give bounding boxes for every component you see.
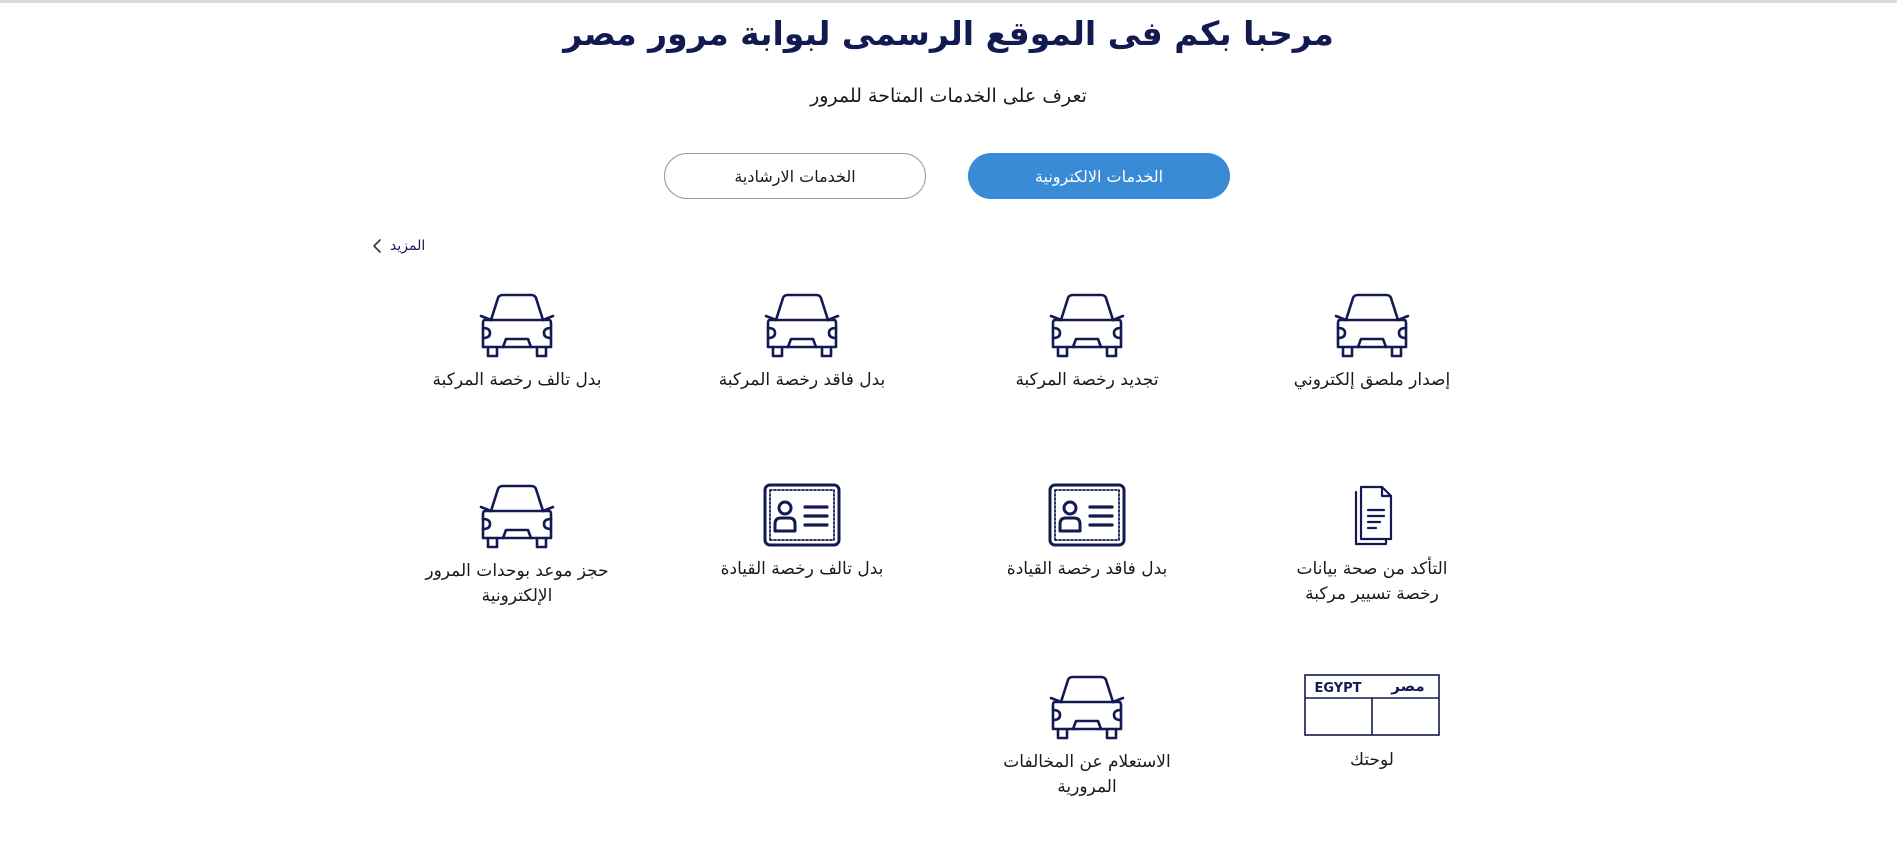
service-label: لوحتك (1350, 750, 1394, 770)
car-icon (1049, 675, 1125, 740)
plate-right-text: مصر (1390, 677, 1424, 695)
service-label: بدل تالف رخصة المركبة (432, 370, 602, 390)
service-label: حجز موعد بوحدات المرور الإلكترونية (425, 561, 609, 606)
id-card-icon (763, 483, 841, 547)
service-card-your-plate[interactable]: EGYPT مصر لوحتك (1257, 674, 1487, 773)
service-card-verify-vehicle-license[interactable]: التأكد من صحة بيانات رخصة تسيير مركبة (1257, 483, 1487, 607)
service-label: بدل تالف رخصة القيادة (720, 559, 884, 579)
car-icon (479, 293, 555, 358)
service-card-lost-driving-license[interactable]: بدل فاقد رخصة القيادة (972, 483, 1202, 582)
service-card-damaged-driving-license[interactable]: بدل تالف رخصة القيادة (687, 483, 917, 582)
car-icon (1049, 293, 1125, 358)
tab-electronic-services[interactable]: الخدمات الالكترونية (968, 153, 1230, 199)
top-border (0, 0, 1897, 3)
page-title: مرحبا بكم فى الموقع الرسمى لبوابة مرور م… (563, 14, 1334, 53)
service-card-lost-vehicle-license[interactable]: بدل فاقد رخصة المركبة (687, 292, 917, 393)
car-icon (1334, 293, 1410, 358)
service-card-damaged-vehicle-license[interactable]: بدل تالف رخصة المركبة (402, 292, 632, 393)
id-card-icon (1048, 483, 1126, 547)
service-card-vehicle-license-renewal[interactable]: تجديد رخصة المركبة (972, 292, 1202, 393)
car-icon (479, 484, 555, 549)
chevron-left-icon (373, 239, 381, 253)
page-subtitle: تعرف على الخدمات المتاحة للمرور (810, 85, 1087, 107)
license-plate-icon: EGYPT مصر (1304, 674, 1440, 736)
service-label: بدل فاقد رخصة المركبة (718, 370, 886, 390)
more-link[interactable]: المزيد (372, 238, 425, 254)
plate-left-text: EGYPT (1314, 681, 1361, 696)
more-link-label: المزيد (390, 238, 426, 254)
service-label: التأكد من صحة بيانات رخصة تسيير مركبة (1296, 559, 1448, 604)
service-card-traffic-violations[interactable]: الاستعلام عن المخالفات المرورية (972, 674, 1202, 800)
service-label: الاستعلام عن المخالفات المرورية (1003, 752, 1171, 797)
tab-guidance-services[interactable]: الخدمات الارشادية (664, 153, 926, 199)
car-icon (764, 293, 840, 358)
service-card-electronic-sticker[interactable]: إصدار ملصق إلكتروني (1257, 292, 1487, 393)
service-label: إصدار ملصق إلكتروني (1293, 370, 1451, 390)
service-label: تجديد رخصة المركبة (1015, 370, 1159, 390)
service-card-book-appointment[interactable]: حجز موعد بوحدات المرور الإلكترونية (402, 483, 632, 609)
service-label: بدل فاقد رخصة القيادة (1006, 559, 1168, 579)
document-icon (1354, 485, 1393, 546)
